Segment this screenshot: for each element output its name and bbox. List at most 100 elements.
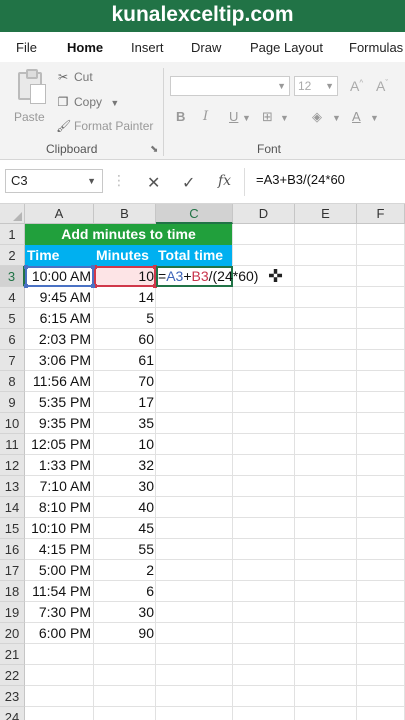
cell-time[interactable]: 5:00 PM — [25, 560, 91, 581]
cell-time[interactable]: 5:35 PM — [25, 392, 91, 413]
row-header-8[interactable]: 8 — [0, 371, 25, 392]
row-header-15[interactable]: 15 — [0, 518, 25, 539]
insert-function-button[interactable]: fx — [218, 173, 231, 189]
name-box[interactable]: C3 ▼ — [5, 169, 103, 193]
decrease-font-size-icon[interactable]: Aˇ — [376, 78, 388, 94]
cell-time[interactable]: 10:00 AM — [25, 266, 91, 287]
row-header-14[interactable]: 14 — [0, 497, 25, 518]
cell-minutes[interactable]: 60 — [94, 329, 154, 350]
row-header-3[interactable]: 3 — [0, 266, 25, 287]
formula-input[interactable]: =A3+B3/(24*60 — [256, 172, 345, 187]
header-cell-minutes[interactable]: Minutes — [94, 245, 156, 266]
dialog-launcher-icon[interactable]: ⬊ — [150, 144, 158, 155]
cell-time[interactable]: 11:54 PM — [25, 581, 91, 602]
cell-time[interactable]: 3:06 PM — [25, 350, 91, 371]
row-header-20[interactable]: 20 — [0, 623, 25, 644]
borders-icon[interactable]: ⊞ — [262, 109, 273, 125]
row-header-24[interactable]: 24 — [0, 707, 25, 720]
row-header-22[interactable]: 22 — [0, 665, 25, 686]
cell-time[interactable]: 11:56 AM — [25, 371, 91, 392]
row-header-18[interactable]: 18 — [0, 581, 25, 602]
row-header-9[interactable]: 9 — [0, 392, 25, 413]
cell-minutes[interactable]: 32 — [94, 455, 154, 476]
italic-button[interactable]: I — [203, 109, 208, 124]
cell-minutes[interactable]: 55 — [94, 539, 154, 560]
row-header-13[interactable]: 13 — [0, 476, 25, 497]
row-header-12[interactable]: 12 — [0, 455, 25, 476]
row-header-10[interactable]: 10 — [0, 413, 25, 434]
select-all-button[interactable] — [0, 204, 25, 224]
cell-time[interactable]: 8:10 PM — [25, 497, 91, 518]
cell-minutes[interactable]: 40 — [94, 497, 154, 518]
row-header-7[interactable]: 7 — [0, 350, 25, 371]
tab-draw[interactable]: Draw — [191, 40, 221, 55]
tab-formulas[interactable]: Formulas — [349, 40, 403, 55]
row-header-16[interactable]: 16 — [0, 539, 25, 560]
column-header-b[interactable]: B — [94, 204, 156, 224]
column-header-c[interactable]: C — [156, 204, 233, 224]
cell-time[interactable]: 12:05 PM — [25, 434, 91, 455]
cell-time[interactable]: 4:15 PM — [25, 539, 91, 560]
copy-button[interactable]: ❐ Copy ▼ — [56, 95, 120, 109]
cell-minutes[interactable]: 90 — [94, 623, 154, 644]
cell-minutes[interactable]: 5 — [94, 308, 154, 329]
paste-button[interactable]: Paste — [10, 68, 48, 128]
font-name-select[interactable]: ▼ — [170, 76, 290, 96]
cell-minutes[interactable]: 10 — [94, 434, 154, 455]
row-header-11[interactable]: 11 — [0, 434, 25, 455]
cell-time[interactable]: 9:45 AM — [25, 287, 91, 308]
font-color-icon[interactable]: A — [352, 109, 361, 124]
underline-button[interactable]: U — [229, 109, 238, 124]
column-header-f[interactable]: F — [357, 204, 405, 224]
format-painter-button[interactable]: 🖌 Format Painter — [56, 119, 153, 133]
cell-minutes[interactable]: 70 — [94, 371, 154, 392]
cell-time[interactable]: 6:00 PM — [25, 623, 91, 644]
cell-minutes[interactable]: 6 — [94, 581, 154, 602]
chevron-down-icon[interactable]: ▼ — [332, 113, 341, 123]
cell-time[interactable]: 10:10 PM — [25, 518, 91, 539]
cut-button[interactable]: ✂ Cut — [56, 70, 93, 84]
increase-font-size-icon[interactable]: A^ — [350, 78, 363, 94]
cell-time[interactable]: 9:35 PM — [25, 413, 91, 434]
enter-icon[interactable]: ✓ — [182, 173, 195, 193]
row-header-21[interactable]: 21 — [0, 644, 25, 665]
cell-minutes[interactable]: 30 — [94, 602, 154, 623]
row-header-19[interactable]: 19 — [0, 602, 25, 623]
tab-insert[interactable]: Insert — [131, 40, 164, 55]
cell-time[interactable]: 7:10 AM — [25, 476, 91, 497]
column-header-a[interactable]: A — [25, 204, 94, 224]
row-header-2[interactable]: 2 — [0, 245, 25, 266]
header-cell-time[interactable]: Time — [25, 245, 94, 266]
cell-time[interactable]: 7:30 PM — [25, 602, 91, 623]
cell-minutes[interactable]: 35 — [94, 413, 154, 434]
cell-minutes[interactable]: 45 — [94, 518, 154, 539]
cell-time[interactable]: 6:15 AM — [25, 308, 91, 329]
row-header-23[interactable]: 23 — [0, 686, 25, 707]
cell-minutes[interactable]: 61 — [94, 350, 154, 371]
column-header-d[interactable]: D — [233, 204, 295, 224]
header-cell-total-time[interactable]: Total time — [156, 245, 232, 266]
row-header-17[interactable]: 17 — [0, 560, 25, 581]
worksheet-grid[interactable]: ABCDEF 1 2 3 4 5 6 7 8 9 10 11 12 13 14 15 16 17 18 19 20 21… — [0, 204, 405, 720]
tab-file[interactable]: File — [16, 40, 37, 55]
cell-minutes[interactable]: 14 — [94, 287, 154, 308]
tab-page-layout[interactable]: Page Layout — [250, 40, 323, 55]
cancel-icon[interactable]: ✕ — [147, 173, 160, 193]
cell-minutes[interactable]: 17 — [94, 392, 154, 413]
row-header-1[interactable]: 1 — [0, 224, 25, 245]
chevron-down-icon[interactable]: ▼ — [242, 113, 251, 123]
title-cell-merged[interactable]: Add minutes to time — [25, 224, 232, 245]
cell-minutes[interactable]: 30 — [94, 476, 154, 497]
column-header-e[interactable]: E — [295, 204, 357, 224]
cell-time[interactable]: 2:03 PM — [25, 329, 91, 350]
chevron-down-icon[interactable]: ▼ — [280, 113, 289, 123]
cell-time[interactable]: 1:33 PM — [25, 455, 91, 476]
row-header-4[interactable]: 4 — [0, 287, 25, 308]
cell-minutes[interactable]: 10 — [94, 266, 154, 287]
row-header-5[interactable]: 5 — [0, 308, 25, 329]
cell-minutes[interactable]: 2 — [94, 560, 154, 581]
tab-home[interactable]: Home — [67, 40, 103, 55]
chevron-down-icon[interactable]: ▼ — [370, 113, 379, 123]
row-header-6[interactable]: 6 — [0, 329, 25, 350]
bold-button[interactable]: B — [176, 109, 185, 124]
